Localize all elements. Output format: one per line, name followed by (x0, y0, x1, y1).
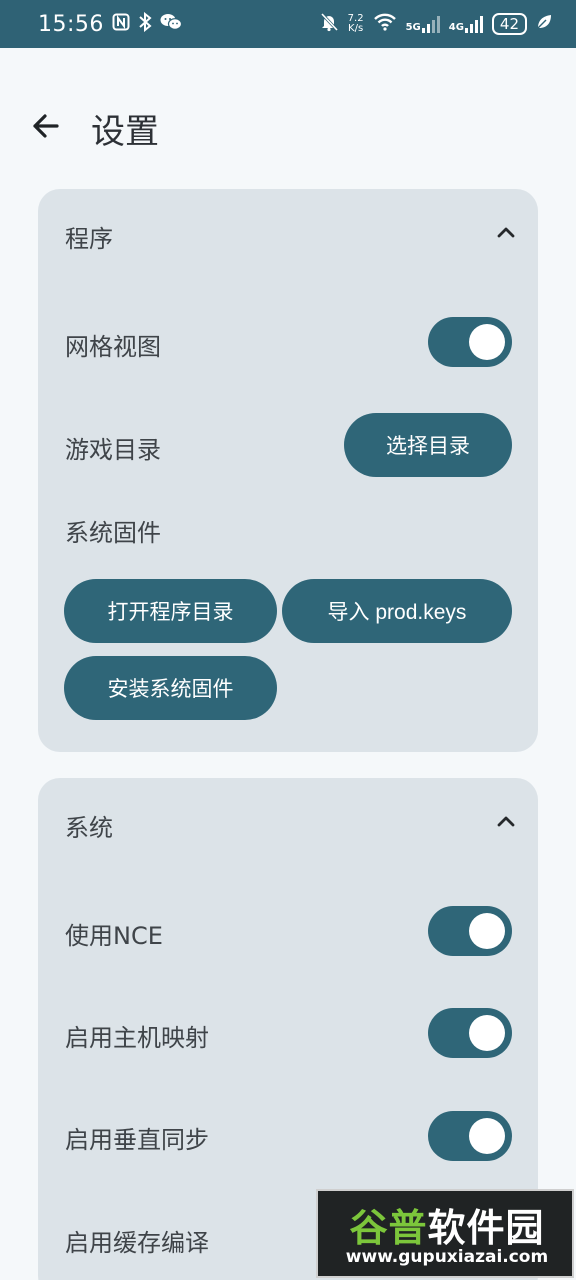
watermark-url: www.gupuxiazai.com (345, 1247, 549, 1267)
back-button[interactable] (28, 108, 64, 144)
import-prod-keys-button[interactable]: 导入 prod.keys (282, 579, 512, 643)
top-app-bar: 设置 (0, 96, 576, 156)
host-mapping-toggle[interactable] (428, 1008, 512, 1058)
program-section-card: 程序 网格视图 游戏目录 选择目录 系统固件 打开程序目录 导入 prod.ke… (38, 189, 538, 752)
select-directory-button[interactable]: 选择目录 (344, 413, 512, 477)
net-speed-unit: K/s (348, 23, 364, 34)
status-bar-right: 7.2 K/s 5G 4G 42 (319, 12, 552, 36)
watermark-text-white: 软件园 (427, 1206, 545, 1250)
leaf-icon (536, 14, 552, 34)
cache-compile-label: 启用缓存编译 (65, 1229, 209, 1257)
status-bar: 15:56 7.2 K/s 5G 4G 42 (0, 0, 576, 48)
use-nce-toggle[interactable] (428, 906, 512, 956)
network-type-5g: 5G (405, 22, 421, 33)
toggle-knob (469, 1015, 505, 1051)
signal-5g: 5G (406, 15, 440, 33)
grid-view-label: 网格视图 (65, 333, 161, 361)
bluetooth-icon (138, 11, 152, 36)
page-title: 设置 (91, 112, 159, 152)
grid-view-toggle[interactable] (428, 317, 512, 367)
signal-icon (464, 15, 483, 33)
wifi-icon (373, 13, 397, 35)
program-section-title: 程序 (65, 225, 113, 253)
battery-level: 42 (499, 15, 519, 33)
chevron-up-icon (497, 816, 515, 827)
wechat-icon (160, 13, 183, 35)
system-firmware-label: 系统固件 (65, 519, 161, 547)
host-mapping-label: 启用主机映射 (65, 1024, 209, 1052)
toggle-knob (469, 1118, 505, 1154)
game-directory-label: 游戏目录 (65, 436, 161, 464)
mute-bell-icon (319, 12, 339, 36)
signal-icon (421, 15, 440, 33)
install-firmware-button[interactable]: 安装系统固件 (64, 656, 277, 720)
chevron-up-icon (497, 227, 515, 238)
use-nce-label: 使用NCE (65, 922, 163, 950)
open-app-directory-button[interactable]: 打开程序目录 (64, 579, 277, 643)
system-section-title: 系统 (65, 814, 113, 842)
signal-4g: 4G (449, 15, 483, 33)
vsync-toggle[interactable] (428, 1111, 512, 1161)
watermark-logo: 谷普软件园 www.gupuxiazai.com (316, 1189, 574, 1278)
system-section-header[interactable]: 系统 (38, 778, 538, 868)
nfc-icon (112, 13, 130, 35)
battery-icon: 42 (491, 13, 527, 35)
net-speed: 7.2 K/s (348, 14, 364, 34)
vsync-label: 启用垂直同步 (65, 1126, 209, 1154)
network-type-4g: 4G (448, 22, 464, 33)
program-section-header[interactable]: 程序 (38, 189, 538, 279)
status-time: 15:56 (38, 11, 104, 37)
toggle-knob (469, 913, 505, 949)
arrow-left-icon (33, 114, 59, 138)
status-bar-left: 15:56 (38, 11, 183, 37)
toggle-knob (469, 324, 505, 360)
watermark-text-green: 谷普 (349, 1206, 428, 1250)
watermark-title: 谷普软件园 (318, 1197, 576, 1252)
